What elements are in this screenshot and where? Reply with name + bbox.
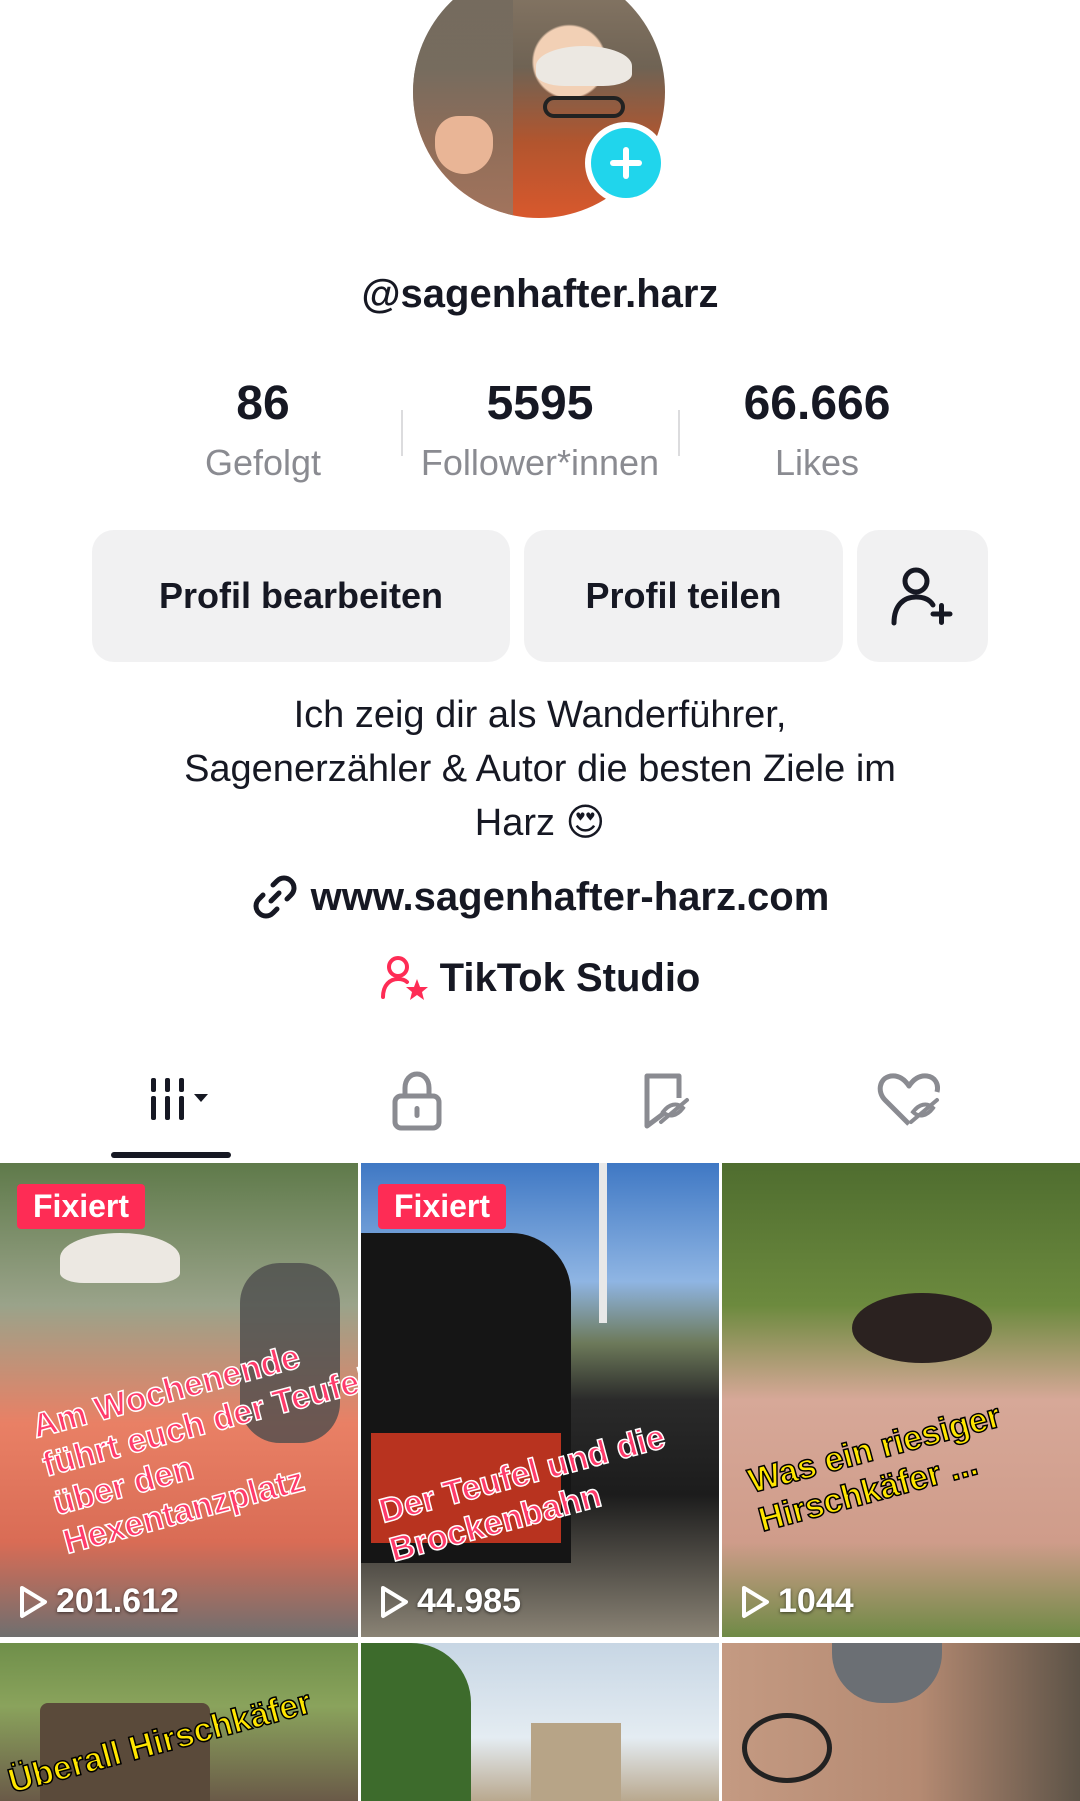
tab-videos[interactable]	[114, 1060, 234, 1140]
stat-label: Gefolgt	[204, 442, 322, 483]
view-count-value: 1044	[778, 1582, 854, 1620]
tab-private[interactable]	[357, 1060, 477, 1140]
website-url: www.sagenhafter-harz.com	[310, 874, 830, 919]
lock-icon	[392, 1071, 442, 1131]
tiktok-studio-link[interactable]: TikTok Studio	[0, 953, 1080, 1003]
view-count: 44.985	[379, 1582, 521, 1621]
video-tile[interactable]	[722, 1643, 1080, 1801]
video-tile[interactable]: Fixiert Der Teufel und die Brockenbahn 4…	[361, 1163, 719, 1637]
play-icon	[20, 1585, 47, 1618]
play-icon	[381, 1585, 408, 1618]
pinned-badge: Fixiert	[17, 1184, 146, 1229]
video-tile[interactable]: Überall Hirschkäfer ...	[0, 1643, 358, 1801]
profile-page: @sagenhafter.harz 86 Gefolgt 5595 Follow…	[0, 0, 1080, 1801]
link-icon	[253, 875, 297, 919]
tab-favorites[interactable]	[605, 1060, 725, 1140]
stat-followers[interactable]: 5595 Follower*innen	[402, 372, 678, 484]
bio: Ich zeig dir als Wanderführer, Sagenerzä…	[60, 688, 1020, 850]
avatar-container	[413, 0, 667, 218]
video-tile[interactable]	[361, 1643, 719, 1801]
bookmark-hidden-icon	[644, 1073, 689, 1129]
bio-line: Ich zeig dir als Wanderführer,	[293, 694, 787, 736]
grid-videos-icon	[151, 1078, 208, 1120]
view-count-value: 201.612	[56, 1582, 179, 1620]
view-count: 1044	[740, 1582, 854, 1621]
tab-liked[interactable]	[850, 1060, 970, 1140]
video-tile[interactable]: Fixiert Am Wochenende führt euch der Teu…	[0, 1163, 358, 1637]
share-profile-button[interactable]: Profil teilen	[524, 530, 843, 662]
stat-value: 5595	[486, 377, 594, 430]
stat-label: Follower*innen	[420, 442, 660, 483]
studio-icon	[380, 956, 428, 1000]
video-tile[interactable]: Was ein riesiger Hirschkäfer ... 1044	[722, 1163, 1080, 1637]
edit-profile-button[interactable]: Profil bearbeiten	[92, 530, 510, 662]
play-icon	[742, 1585, 769, 1618]
view-count: 201.612	[18, 1582, 179, 1621]
stat-likes[interactable]: 66.666 Likes	[679, 372, 955, 484]
stat-value: 86	[236, 377, 290, 430]
stat-following[interactable]: 86 Gefolgt	[125, 372, 401, 484]
plus-icon	[610, 147, 642, 179]
bio-line: Harz 😍	[474, 802, 606, 844]
add-avatar-button[interactable]	[585, 122, 667, 204]
view-count-value: 44.985	[417, 1582, 521, 1620]
stat-value: 66.666	[743, 377, 891, 430]
profile-stats: 86 Gefolgt 5595 Follower*innen 66.666 Li…	[125, 372, 955, 492]
studio-label: TikTok Studio	[439, 955, 701, 1000]
active-tab-indicator	[111, 1152, 231, 1158]
pinned-badge: Fixiert	[378, 1184, 507, 1229]
add-friends-button[interactable]	[857, 530, 988, 662]
bio-line: Sagenerzähler & Autor die besten Ziele i…	[184, 748, 896, 790]
username: @sagenhafter.harz	[361, 272, 719, 316]
add-person-icon	[891, 567, 952, 626]
stat-label: Likes	[774, 442, 860, 483]
website-link[interactable]: www.sagenhafter-harz.com	[0, 873, 1080, 921]
heart-hidden-icon	[877, 1073, 940, 1126]
